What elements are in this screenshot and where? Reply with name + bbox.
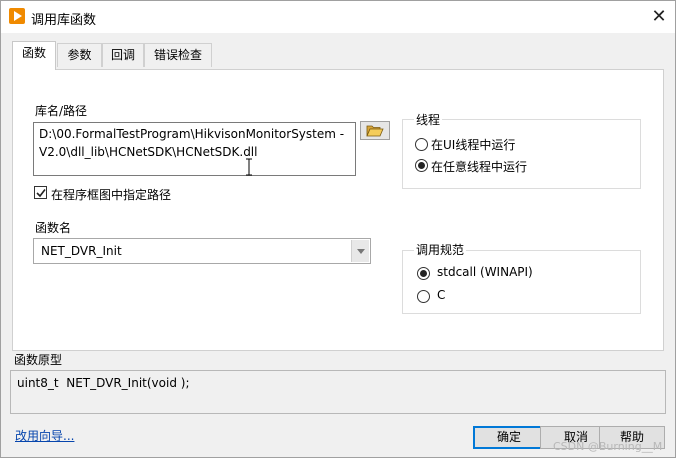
library-path-label: 库名/路径 bbox=[35, 104, 88, 118]
function-name-label: 函数名 bbox=[35, 221, 72, 235]
prototype-value: uint8_t NET_DVR_Init(void ); bbox=[17, 376, 190, 390]
tab-label: 函数 bbox=[21, 46, 46, 60]
labview-app-icon bbox=[9, 8, 25, 24]
radio-ui-thread[interactable] bbox=[415, 138, 428, 151]
radio-any-thread-label[interactable]: 在任意线程中运行 bbox=[431, 158, 527, 175]
calling-convention-title: 调用规范 bbox=[414, 241, 467, 258]
radio-c-label[interactable]: C bbox=[437, 288, 445, 302]
text-cursor-icon bbox=[246, 158, 252, 176]
radio-stdcall[interactable] bbox=[417, 267, 430, 280]
watermark-text: CSDN @Burning__M bbox=[553, 440, 663, 453]
tab-parameters[interactable]: 参数 bbox=[57, 43, 102, 67]
ok-button[interactable]: 确定 bbox=[473, 426, 545, 449]
calling-convention-group bbox=[402, 250, 641, 314]
tab-callbacks[interactable]: 回调 bbox=[102, 43, 144, 67]
thread-group bbox=[402, 119, 641, 189]
thread-group-title: 线程 bbox=[414, 111, 443, 128]
radio-c[interactable] bbox=[417, 290, 430, 303]
function-name-value: NET_DVR_Init bbox=[41, 244, 122, 258]
browse-library-button[interactable] bbox=[360, 121, 390, 140]
chevron-down-icon[interactable] bbox=[351, 240, 369, 262]
checkmark-icon bbox=[36, 189, 46, 198]
library-path-line-1: D:\00.FormalTestProgram\HikvisonMonitorS… bbox=[39, 127, 345, 141]
tab-label: 错误检查 bbox=[153, 48, 202, 62]
folder-open-icon bbox=[366, 125, 384, 137]
function-name-dropdown[interactable]: NET_DVR_Init bbox=[33, 238, 371, 264]
title-bar: 调用库函数 ✕ bbox=[1, 1, 675, 33]
switch-to-wizard-link[interactable]: 改用向导... bbox=[15, 427, 74, 444]
radio-ui-thread-label[interactable]: 在UI线程中运行 bbox=[431, 136, 515, 153]
close-icon[interactable]: ✕ bbox=[647, 6, 671, 28]
prototype-display: uint8_t NET_DVR_Init(void ); bbox=[10, 370, 666, 414]
dialog-window: 调用库函数 ✕ 函数 参数 回调 错误检查 库名/路径 D:\00.Formal… bbox=[0, 0, 676, 458]
tab-function[interactable]: 函数 bbox=[12, 41, 56, 70]
tab-error-checking[interactable]: 错误检查 bbox=[144, 43, 212, 67]
specify-path-checkbox[interactable] bbox=[34, 186, 47, 199]
library-path-input[interactable]: D:\00.FormalTestProgram\HikvisonMonitorS… bbox=[33, 122, 356, 176]
radio-stdcall-label[interactable]: stdcall (WINAPI) bbox=[437, 265, 533, 279]
radio-any-thread[interactable] bbox=[415, 159, 428, 172]
library-path-line-2: V2.0\dll_lib\HCNetSDK\HCNetSDK.dll bbox=[39, 145, 258, 159]
window-title: 调用库函数 bbox=[31, 13, 97, 28]
tab-label: 参数 bbox=[67, 48, 92, 62]
ok-button-label: 确定 bbox=[496, 430, 521, 444]
prototype-label: 函数原型 bbox=[14, 353, 63, 367]
tab-label: 回调 bbox=[110, 48, 135, 62]
specify-path-label[interactable]: 在程序框图中指定路径 bbox=[51, 186, 171, 203]
